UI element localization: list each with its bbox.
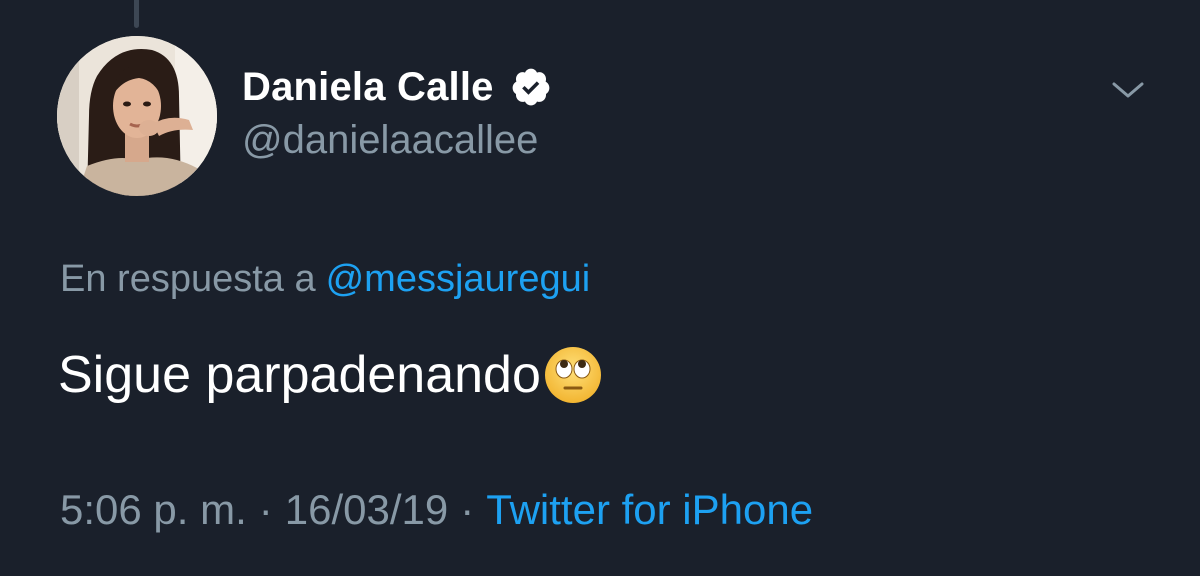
verified-badge-icon (512, 68, 549, 106)
avatar[interactable] (57, 36, 217, 196)
reply-context: En respuesta a @messjauregui (60, 258, 590, 301)
face-with-rolling-eyes-icon (544, 347, 601, 403)
tweet-body: Sigue parpadenando (58, 340, 603, 410)
tweet-time[interactable]: 5:06 p. m. (60, 486, 247, 533)
meta-separator: · (258, 486, 273, 533)
tweet-date[interactable]: 16/03/19 (285, 486, 449, 533)
display-name[interactable]: Daniela Calle (242, 65, 494, 110)
author-handle[interactable]: @danielaacallee (242, 118, 538, 163)
thread-connector-line (134, 0, 139, 28)
tweet-meta: 5:06 p. m. · 16/03/19 · Twitter for iPhone (60, 486, 813, 534)
chevron-down-icon[interactable] (1110, 76, 1146, 104)
tweet-text: Sigue parpadenando (58, 346, 541, 404)
profile-photo-icon (57, 36, 217, 196)
tweet-source-link[interactable]: Twitter for iPhone (486, 486, 813, 533)
reply-mention-link[interactable]: @messjauregui (326, 258, 591, 300)
author-row[interactable]: Daniela Calle (242, 62, 552, 112)
reply-prefix: En respuesta a (60, 258, 316, 300)
meta-separator: · (460, 486, 475, 533)
